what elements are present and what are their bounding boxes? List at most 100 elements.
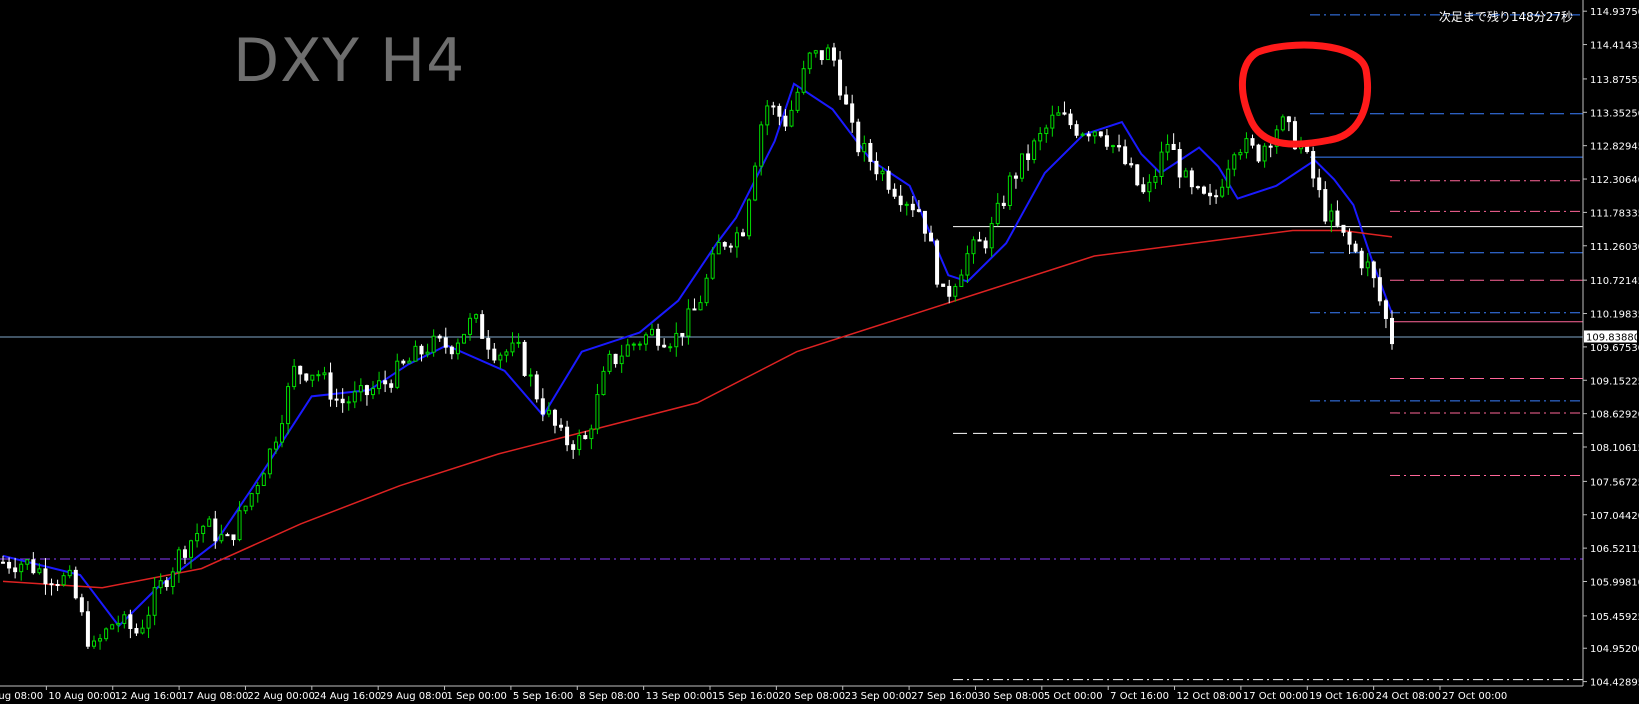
candle-body bbox=[1074, 124, 1079, 136]
candle-body bbox=[674, 332, 679, 348]
candle-body bbox=[225, 534, 230, 537]
candle-body bbox=[995, 202, 1000, 225]
candle-body bbox=[425, 351, 430, 355]
candle-body bbox=[1214, 195, 1219, 198]
chart-title: DXY H4 bbox=[233, 26, 466, 96]
time-tick-label: 8 Aug 08:00 bbox=[0, 691, 43, 702]
candle-body bbox=[176, 549, 181, 573]
candle-body bbox=[1335, 210, 1340, 226]
price-tick-label: 107.56725 bbox=[1590, 477, 1639, 488]
candle-body bbox=[977, 239, 982, 242]
candle-body bbox=[983, 240, 988, 249]
candle-body bbox=[989, 223, 994, 249]
candle-body bbox=[1001, 202, 1006, 206]
candle-body bbox=[468, 317, 473, 335]
candle-body bbox=[195, 533, 200, 542]
candle-body bbox=[122, 614, 127, 624]
candle-body bbox=[734, 232, 739, 248]
candle-body bbox=[164, 580, 169, 588]
candle-body bbox=[158, 580, 163, 589]
candle-body bbox=[595, 394, 600, 430]
bar-countdown: 次足まで残り148分27秒 bbox=[1438, 10, 1573, 24]
candle-body bbox=[407, 360, 412, 364]
candle-body bbox=[825, 47, 830, 61]
candle-body bbox=[1104, 135, 1109, 147]
candle-body bbox=[1195, 186, 1200, 189]
candle-body bbox=[1038, 133, 1043, 142]
candle-body bbox=[1177, 148, 1182, 178]
candle-body bbox=[449, 346, 454, 355]
candle-body bbox=[1026, 153, 1031, 160]
time-tick-label: 20 Sep 08:00 bbox=[778, 691, 845, 702]
candle-body bbox=[947, 285, 952, 297]
price-tick-label: 112.82945 bbox=[1590, 142, 1639, 153]
candle-body bbox=[110, 624, 115, 630]
candle-body bbox=[516, 341, 521, 344]
candle-body bbox=[698, 302, 703, 311]
candle-body bbox=[625, 344, 630, 357]
candle-body bbox=[1232, 154, 1237, 170]
price-tick-label: 110.72145 bbox=[1590, 276, 1639, 287]
candle-body bbox=[498, 354, 503, 361]
candle-body bbox=[1341, 224, 1346, 233]
candle-body bbox=[1, 561, 5, 564]
candle-body bbox=[116, 622, 121, 626]
candle-body bbox=[98, 638, 103, 642]
current-price-label: 109.83880 bbox=[1586, 332, 1639, 343]
candle-body bbox=[243, 505, 248, 512]
time-tick-label: 27 Oct 00:00 bbox=[1442, 691, 1507, 702]
time-tick-label: 22 Aug 00:00 bbox=[247, 691, 314, 702]
candle-body bbox=[1050, 114, 1055, 129]
candle-body bbox=[759, 124, 764, 167]
candle-body bbox=[716, 242, 721, 255]
candle-body bbox=[128, 614, 133, 629]
candle-body bbox=[941, 283, 946, 287]
price-tick-label: 105.99810 bbox=[1590, 577, 1639, 588]
candle-body bbox=[286, 386, 291, 425]
time-tick-label: 29 Aug 08:00 bbox=[380, 691, 447, 702]
candle-body bbox=[1110, 145, 1115, 148]
candle-body bbox=[1238, 152, 1243, 156]
candle-body bbox=[680, 332, 685, 337]
candle-body bbox=[146, 614, 151, 629]
candle-body bbox=[25, 559, 30, 565]
candle-body bbox=[1371, 261, 1376, 279]
time-tick-label: 24 Aug 16:00 bbox=[314, 691, 381, 702]
candle-body bbox=[637, 343, 642, 346]
candle-body bbox=[589, 428, 594, 440]
candle-body bbox=[1044, 127, 1049, 135]
candle-body bbox=[292, 365, 297, 388]
candle-body bbox=[237, 510, 242, 541]
candle-body bbox=[346, 401, 351, 404]
candle-body bbox=[613, 353, 618, 365]
candle-body bbox=[104, 628, 109, 640]
candle-body bbox=[213, 518, 218, 542]
price-tick-label: 112.30640 bbox=[1590, 175, 1639, 186]
candle-body bbox=[771, 105, 776, 108]
candle-body bbox=[692, 308, 697, 311]
candle-body bbox=[1032, 140, 1037, 160]
candle-body bbox=[37, 568, 42, 574]
price-tick-label: 111.26030 bbox=[1590, 242, 1639, 253]
candle-body bbox=[801, 68, 806, 93]
time-tick-label: 15 Sep 16:00 bbox=[712, 691, 779, 702]
candle-body bbox=[67, 569, 72, 577]
candle-body bbox=[201, 525, 206, 535]
candle-body bbox=[1359, 250, 1364, 269]
price-chart[interactable]: 114.93750 114.41435 113.87555 113.35250 112.… bbox=[0, 0, 1639, 704]
candle-body bbox=[868, 142, 873, 162]
candle-body bbox=[1286, 116, 1291, 123]
candle-body bbox=[134, 627, 139, 634]
candle-body bbox=[904, 203, 909, 206]
candle-body bbox=[273, 441, 278, 450]
candle-body bbox=[1256, 144, 1261, 162]
candle-body bbox=[492, 348, 497, 361]
candle-body bbox=[1365, 261, 1370, 269]
price-tick-label: 114.41435 bbox=[1590, 41, 1639, 52]
time-tick-label: 19 Oct 16:00 bbox=[1309, 691, 1374, 702]
time-tick-label: 12 Aug 16:00 bbox=[115, 691, 182, 702]
candle-body bbox=[1329, 210, 1334, 222]
candle-body bbox=[389, 383, 394, 388]
candle-body bbox=[789, 109, 794, 127]
candle-body bbox=[668, 346, 673, 349]
